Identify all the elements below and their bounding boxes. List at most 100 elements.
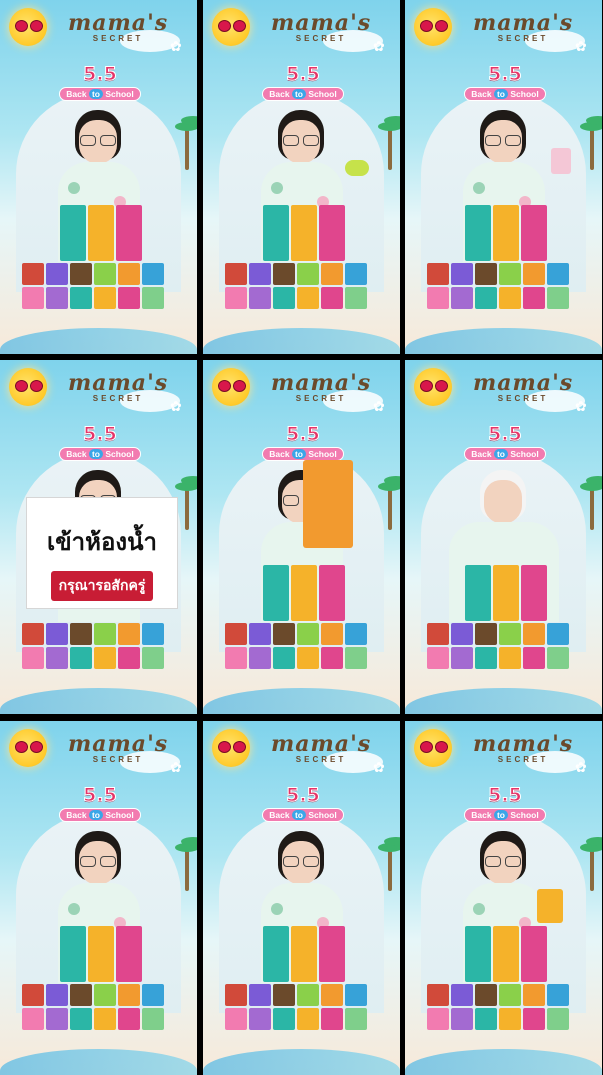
frame-tile[interactable]: mama's SECRET ✿ 5.5 Back to School [0, 0, 197, 354]
promo-badge: 5.5 Back to School [460, 424, 550, 462]
promo-text-a: Back [471, 810, 492, 820]
promo-pill: Back to School [464, 808, 546, 822]
flower-icon: ✿ [373, 38, 385, 54]
caption-line1: เข้าห้องน้ำ [47, 529, 157, 556]
promo-pill: Back to School [464, 447, 546, 461]
promo-number: 5.5 [83, 63, 118, 85]
wave-decoration [0, 328, 197, 354]
flower-icon: ✿ [373, 759, 385, 775]
wave-decoration [0, 688, 197, 714]
promo-badge: 5.5 Back to School [258, 424, 348, 462]
promo-text-b: School [105, 89, 134, 99]
sun-icon [414, 368, 452, 406]
flower-icon: ✿ [373, 398, 385, 414]
brand-name: mama's [271, 370, 372, 396]
promo-text-a: Back [471, 89, 492, 99]
flower-icon: ✿ [170, 398, 182, 414]
palm-tree-icon [580, 110, 602, 170]
promo-text-to: to [493, 810, 508, 820]
video-frame-grid: mama's SECRET ✿ 5.5 Back to School mama's S… [0, 0, 603, 1075]
promo-text-to: to [493, 89, 508, 99]
frame-tile[interactable]: mama's SECRET ✿ 5.5 Back to School [203, 360, 400, 714]
brand-logo: mama's SECRET [271, 727, 371, 783]
caption-line2: กรุณารอสักครู่ [50, 571, 154, 601]
held-product [345, 160, 369, 176]
palm-tree-icon [378, 831, 400, 891]
bathroom-break-caption: เข้าห้องน้ำ กรุณารอสักครู่ [26, 497, 178, 609]
promo-text-to: to [291, 89, 306, 99]
promo-text-b: School [105, 449, 134, 459]
wave-decoration [405, 1049, 602, 1075]
promo-number: 5.5 [488, 63, 523, 85]
frame-tile[interactable]: mama's SECRET ✿ 5.5 Back to School เข้าห้อ… [0, 360, 197, 714]
flower-icon: ✿ [575, 398, 587, 414]
wave-decoration [0, 1049, 197, 1075]
promo-number: 5.5 [488, 423, 523, 445]
promo-text-to: to [88, 810, 103, 820]
brand-logo: mama's SECRET [271, 6, 371, 62]
promo-text-b: School [308, 449, 337, 459]
wave-decoration [405, 688, 602, 714]
brand-name: mama's [473, 370, 574, 396]
promo-pill: Back to School [59, 87, 141, 101]
promo-text-a: Back [66, 449, 87, 459]
promo-text-b: School [105, 810, 134, 820]
frame-tile[interactable]: mama's SECRET ✿ 5.5 Back to School [405, 0, 602, 354]
brand-name: mama's [473, 731, 574, 757]
promo-number: 5.5 [286, 63, 321, 85]
frame-tile[interactable]: mama's SECRET ✿ 5.5 Back to School [405, 360, 602, 714]
promo-text-to: to [88, 449, 103, 459]
promo-number: 5.5 [83, 423, 118, 445]
promo-text-b: School [510, 449, 539, 459]
promo-pill: Back to School [262, 808, 344, 822]
palm-tree-icon [175, 110, 197, 170]
palm-tree-icon [175, 470, 197, 530]
promo-badge: 5.5 Back to School [55, 785, 145, 823]
promo-pill: Back to School [59, 808, 141, 822]
product-display [221, 926, 386, 1036]
promo-badge: 5.5 Back to School [460, 785, 550, 823]
promo-text-b: School [308, 810, 337, 820]
promo-pill: Back to School [262, 447, 344, 461]
sun-icon [212, 729, 250, 767]
palm-tree-icon [580, 470, 602, 530]
promo-pill: Back to School [464, 87, 546, 101]
palm-tree-icon [580, 831, 602, 891]
promo-pill: Back to School [262, 87, 344, 101]
frame-tile[interactable]: mama's SECRET ✿ 5.5 Back to School [405, 721, 602, 1075]
promo-text-to: to [493, 449, 508, 459]
wave-decoration [405, 328, 602, 354]
frame-tile[interactable]: mama's SECRET ✿ 5.5 Back to School [0, 721, 197, 1075]
sun-icon [414, 729, 452, 767]
held-product [551, 148, 571, 174]
promo-badge: 5.5 Back to School [55, 424, 145, 462]
promo-number: 5.5 [488, 784, 523, 806]
sun-icon [9, 8, 47, 46]
product-display [221, 205, 386, 315]
wave-decoration [203, 688, 400, 714]
frame-tile[interactable]: mama's SECRET ✿ 5.5 Back to School [203, 0, 400, 354]
product-display [423, 205, 588, 315]
frame-tile[interactable]: mama's SECRET ✿ 5.5 Back to School [203, 721, 400, 1075]
brand-logo: mama's SECRET [68, 366, 168, 422]
promo-text-to: to [291, 449, 306, 459]
promo-text-a: Back [66, 89, 87, 99]
promo-number: 5.5 [83, 784, 118, 806]
brand-name: mama's [271, 10, 372, 36]
palm-tree-icon [175, 831, 197, 891]
held-product [303, 460, 353, 548]
brand-name: mama's [271, 731, 372, 757]
promo-text-a: Back [66, 810, 87, 820]
promo-text-a: Back [471, 449, 492, 459]
sun-icon [212, 8, 250, 46]
brand-logo: mama's SECRET [473, 366, 573, 422]
flower-icon: ✿ [575, 759, 587, 775]
promo-badge: 5.5 Back to School [258, 64, 348, 102]
brand-logo: mama's SECRET [271, 366, 371, 422]
wave-decoration [203, 328, 400, 354]
promo-badge: 5.5 Back to School [460, 64, 550, 102]
product-display [18, 926, 183, 1036]
promo-text-a: Back [269, 449, 290, 459]
product-display [423, 926, 588, 1036]
brand-logo: mama's SECRET [68, 727, 168, 783]
